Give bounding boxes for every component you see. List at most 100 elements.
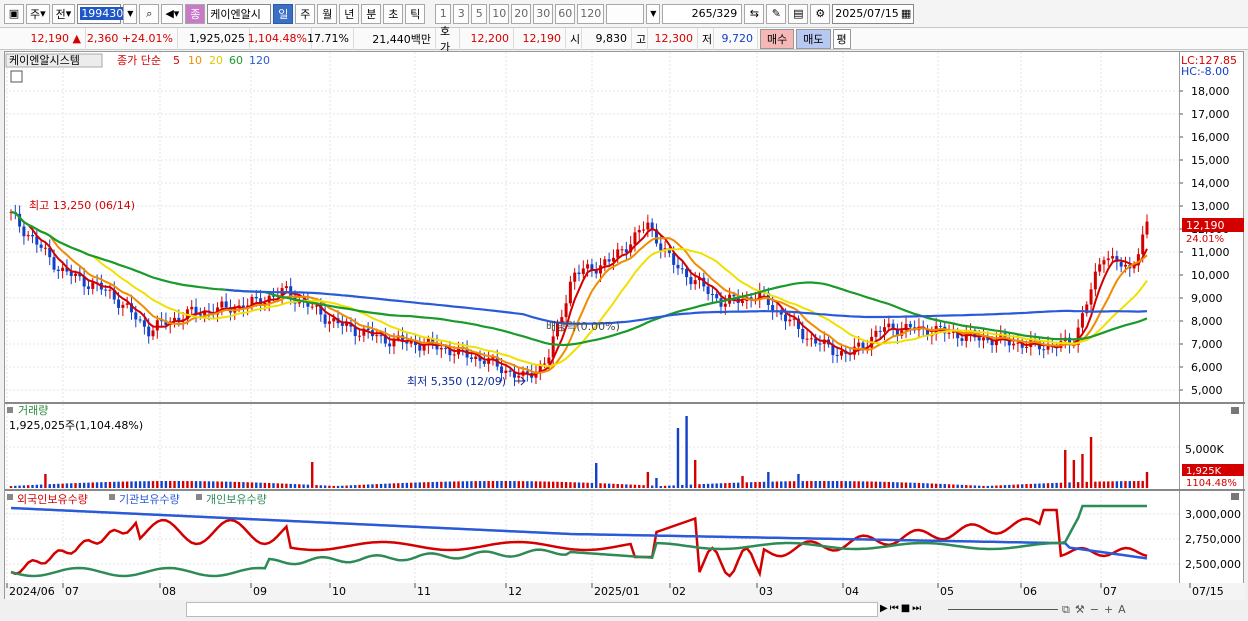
stock-name-field[interactable]: 케이엔알시 [207, 3, 272, 24]
rewind-icon[interactable]: ⏮ [890, 603, 899, 614]
search-icon[interactable]: ⌕ [139, 3, 160, 24]
volume-bar [629, 484, 632, 488]
scroll-right-icon[interactable]: ▶ [880, 603, 888, 614]
layout-icon[interactable]: ⧉ [1062, 603, 1070, 617]
candle-body [586, 264, 590, 269]
sound-icon[interactable]: ◀▾ [161, 3, 184, 24]
zoom-in-icon[interactable]: + [1104, 603, 1113, 617]
low-price: 9,720 [714, 27, 758, 50]
scroll-track[interactable] [186, 602, 878, 617]
volume-bar [870, 481, 873, 488]
ma-title: 종가 단순 [117, 54, 161, 67]
interval-20[interactable]: 20 [511, 3, 532, 24]
volume-bar [177, 481, 181, 488]
volume-bar [216, 481, 219, 488]
compare-icon[interactable]: ⇆ [744, 3, 765, 24]
volume-bar [607, 483, 611, 488]
interval-10[interactable]: 10 [489, 3, 510, 24]
bid-price: 12,190 [514, 27, 566, 50]
count-field[interactable]: 265/329 [662, 3, 743, 24]
stock-badge: 종 [185, 3, 206, 24]
chart-area[interactable]: 18,00017,00016,00015,00014,00013,00012,0… [4, 51, 1245, 600]
volume-panel-close-icon[interactable] [1231, 407, 1239, 414]
tab-year[interactable]: 년 [339, 3, 360, 24]
candle-body [1145, 221, 1149, 235]
candle-body [190, 306, 194, 310]
volume-current-pct: 1104.48% [1186, 478, 1237, 489]
draw-icon[interactable]: ✎ [766, 3, 787, 24]
volume-bar [526, 481, 529, 488]
volume-bar [977, 485, 981, 488]
interval-60[interactable]: 60 [555, 3, 576, 24]
calendar-icon[interactable]: ▦ [901, 7, 911, 20]
interval-5[interactable]: 5 [471, 3, 488, 24]
interval-120[interactable]: 120 [577, 3, 605, 24]
volume-bar [48, 484, 51, 488]
gear-icon[interactable]: ⚙ [810, 3, 831, 24]
eval-button[interactable]: 평 [832, 28, 851, 49]
stock-code-dropdown[interactable]: ▼ [123, 3, 138, 24]
interval-1[interactable]: 1 [435, 3, 452, 24]
interval-dropdown[interactable]: ▼ [646, 3, 661, 24]
fast-forward-icon[interactable]: ⏭ [912, 603, 921, 614]
period-type-select[interactable]: 전 ▾ [51, 3, 76, 24]
interval-custom-input[interactable] [606, 3, 645, 24]
sell-button[interactable]: 매도 [796, 28, 831, 49]
zoom-out-icon[interactable]: − [1090, 603, 1099, 617]
volume-bar [328, 485, 331, 488]
interval-3[interactable]: 3 [453, 3, 470, 24]
tab-minute[interactable]: 분 [361, 3, 382, 24]
window-icon[interactable]: ▣ [4, 3, 24, 24]
stock-code-input[interactable]: 199430 [77, 3, 125, 24]
tab-month[interactable]: 월 [317, 3, 338, 24]
font-size-icon[interactable]: A [1118, 603, 1126, 617]
volume-bar [784, 481, 787, 488]
candle-body [801, 328, 805, 340]
volume-bar [332, 485, 335, 488]
tab-second[interactable]: 초 [383, 3, 404, 24]
volume-bar [414, 482, 417, 488]
volume-bar [715, 483, 718, 488]
volume-bar [1081, 454, 1084, 488]
save-icon[interactable]: ▤ [788, 3, 809, 24]
volume-bar [689, 484, 693, 488]
date-field[interactable]: 2025/07/15 ▦ [832, 3, 915, 24]
y-axis-divider [1179, 52, 1180, 600]
volume-bar [358, 484, 361, 488]
holdings-panel-icon[interactable] [7, 494, 13, 500]
volume-bar [1141, 481, 1144, 488]
candle-body [439, 347, 443, 350]
candle-body [659, 243, 663, 251]
volume-panel-icon[interactable] [7, 407, 13, 413]
volume-bar [840, 481, 843, 488]
chart-settings-icon[interactable] [10, 70, 23, 83]
market-select[interactable]: 주 ▾ [26, 3, 50, 24]
stop-icon[interactable]: ■ [901, 603, 910, 614]
volume-bar [848, 481, 852, 488]
volume-bar [861, 481, 865, 488]
tab-tick[interactable]: 틱 [405, 3, 426, 24]
holdings-panel-close-icon[interactable] [1231, 493, 1239, 500]
interval-30[interactable]: 30 [533, 3, 554, 24]
tab-week[interactable]: 주 [295, 3, 316, 24]
volume-current-tag-text: 1,925K [1186, 466, 1222, 477]
candle-body [147, 326, 151, 337]
ma-10-label: 10 [188, 54, 202, 67]
volume-bar [427, 482, 430, 488]
volume-bar [625, 484, 628, 488]
current-pct-tag: 24.01% [1186, 234, 1224, 245]
volume-bar [956, 484, 959, 488]
tool-icon[interactable]: ⚒ [1075, 603, 1085, 617]
zoom-slider[interactable] [948, 609, 1058, 610]
buy-button[interactable]: 매수 [760, 28, 795, 49]
candle-body [693, 280, 697, 285]
tab-day[interactable]: 일 [273, 3, 294, 24]
candle-body [508, 370, 512, 372]
candle-body [706, 286, 710, 294]
volume-bar [371, 484, 374, 488]
volume-bar [539, 481, 542, 488]
quote-bar: 12,190 ▲ 2,360 +24.01% 1,925,025 1,104.4… [0, 25, 1248, 54]
low-label: 저 [698, 27, 714, 50]
volume-bar [1038, 483, 1041, 488]
candle-body [723, 303, 727, 307]
